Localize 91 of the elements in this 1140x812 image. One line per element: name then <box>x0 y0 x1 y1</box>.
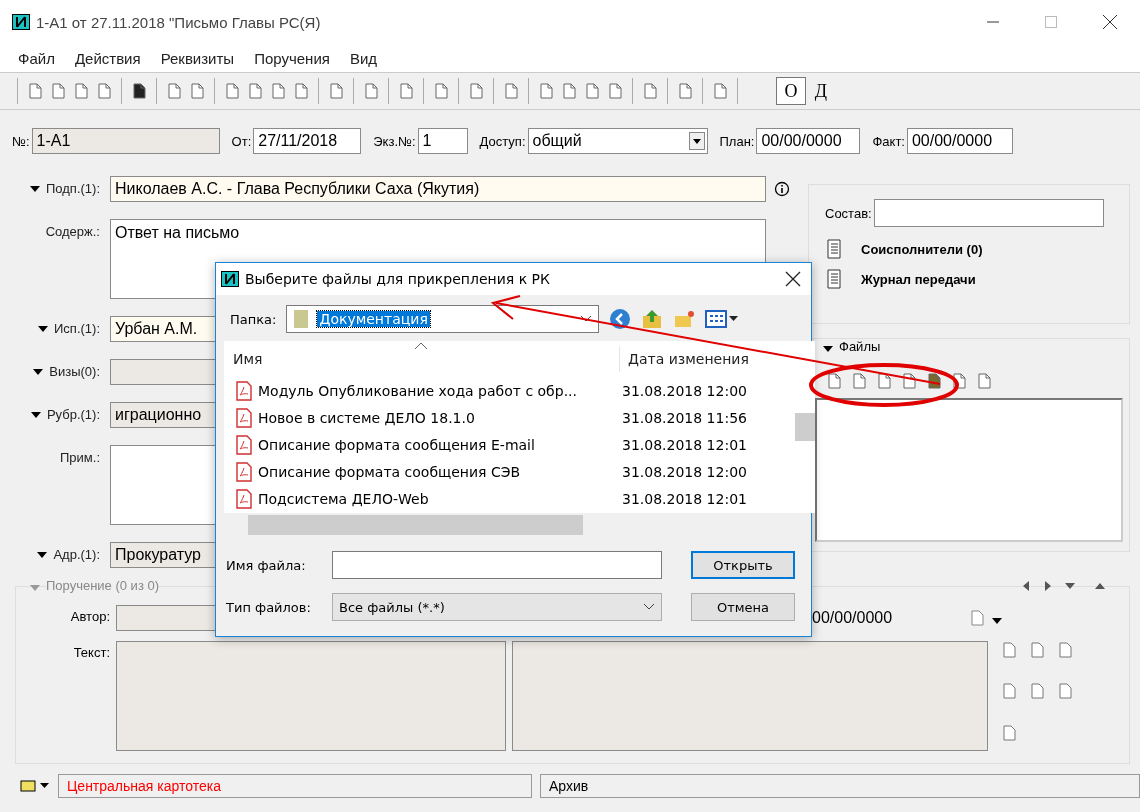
maximize-icon[interactable] <box>1044 15 1058 29</box>
new-folder-icon[interactable] <box>673 308 696 330</box>
field-label: Содерж.: <box>45 224 100 239</box>
field-label: Текст: <box>72 644 110 660</box>
field-label: План: <box>719 133 755 149</box>
field-label: Доступ: <box>479 133 526 149</box>
document-icon[interactable] <box>130 82 148 100</box>
file-type-dropdown[interactable]: Все файлы (*.*) <box>332 593 662 621</box>
date-text: 00/00/0000 <box>812 609 894 627</box>
field-label: Автор: <box>69 608 110 624</box>
menu-item[interactable]: Поручения <box>254 49 330 67</box>
document-icon <box>236 488 252 509</box>
field-label: Визы(0): <box>49 364 100 379</box>
file-name-field[interactable] <box>332 551 662 579</box>
file-name[interactable]: Новое в системе ДЕЛО 18.1.0 <box>252 409 608 426</box>
input-field[interactable]: 00/00/0000 <box>906 128 1013 154</box>
file-date: 31.08.2018 12:01 <box>621 489 747 509</box>
back-icon[interactable] <box>609 308 632 330</box>
folder-dropdown[interactable]: Документация <box>286 305 600 333</box>
document-icon <box>236 407 252 428</box>
scrollbar[interactable] <box>793 341 815 513</box>
field-label: Папка: <box>230 311 277 327</box>
file-name[interactable]: Подсистема ДЕЛО-Web <box>252 490 608 507</box>
link[interactable]: Соисполнители (0) <box>861 241 983 257</box>
column-header[interactable]: Имя <box>224 351 619 367</box>
caret-icon[interactable] <box>823 346 833 352</box>
input-field[interactable] <box>873 199 1104 227</box>
chevron-down-icon[interactable] <box>643 603 655 611</box>
view-menu-icon[interactable] <box>705 308 740 330</box>
menu-item[interactable]: Вид <box>349 49 378 67</box>
file-name[interactable]: Модуль Опубликование хода работ с обр... <box>252 382 608 399</box>
status-field: Центральная картотека <box>58 774 532 798</box>
info-icon[interactable] <box>774 181 790 197</box>
field-label: Подп.(1): <box>45 181 100 196</box>
menu-item[interactable]: Файл <box>18 49 55 67</box>
group-title: Файлы <box>839 339 881 354</box>
link[interactable]: Журнал передачи <box>861 271 976 287</box>
caret-icon[interactable] <box>33 369 44 375</box>
caret-icon[interactable] <box>992 617 1002 624</box>
menu-item[interactable]: Реквизиты <box>160 49 235 67</box>
file-date: 31.08.2018 12:01 <box>621 435 747 455</box>
folder-up-icon[interactable] <box>641 308 664 330</box>
open-button[interactable]: Открыть <box>691 551 795 579</box>
field-label: Факт: <box>872 133 905 149</box>
file-date: 31.08.2018 11:56 <box>621 408 747 428</box>
input-field[interactable]: общий <box>527 128 708 154</box>
folder-icon <box>293 309 310 329</box>
app-icon <box>221 271 239 287</box>
file-name[interactable]: Описание формата сообщения E-mail <box>252 436 608 453</box>
view-toggle[interactable]: О <box>776 77 806 105</box>
field-label: Исп.(1): <box>54 321 100 336</box>
field-label: Имя файла: <box>226 557 307 573</box>
view-toggle[interactable]: Д <box>806 77 836 105</box>
text-area[interactable] <box>512 641 988 751</box>
caret-icon[interactable] <box>37 552 48 558</box>
caret-icon[interactable] <box>30 412 41 418</box>
input-field[interactable]: 00/00/0000 <box>756 128 861 154</box>
input-field[interactable]: 27/11/2018 <box>253 128 362 154</box>
document-icon <box>236 461 252 482</box>
field-label: Тип файлов: <box>226 599 312 615</box>
caret-icon[interactable] <box>38 326 48 332</box>
input-field[interactable]: 1 <box>417 128 468 154</box>
input-field[interactable]: 1-А1 <box>31 128 220 154</box>
document-icon <box>236 380 252 401</box>
field-label: №: <box>12 133 30 149</box>
file-date: 31.08.2018 12:00 <box>621 462 747 482</box>
document-icon <box>236 434 252 455</box>
field-label: Состав: <box>825 205 872 221</box>
close-icon[interactable] <box>785 271 801 287</box>
file-date: 31.08.2018 12:00 <box>621 381 747 401</box>
group-title: Поручение (0 из 0) <box>46 578 159 593</box>
text-area[interactable] <box>116 641 506 751</box>
field-label: Прим.: <box>60 450 100 465</box>
app-icon <box>12 14 30 30</box>
folder-icon[interactable] <box>20 779 50 793</box>
chevron-down-icon[interactable] <box>580 315 593 323</box>
input-field[interactable]: Николаев А.С. - Глава Республики Саха (Якутия) <box>110 176 766 202</box>
cancel-button[interactable]: Отмена <box>691 593 795 621</box>
file-name[interactable]: Описание формата сообщения СЭВ <box>252 463 608 480</box>
dialog-title: Выберите файлы для прикрепления к РК <box>245 271 550 287</box>
column-header[interactable]: Дата изменения <box>619 346 749 372</box>
field-label: Адр.(1): <box>53 547 100 562</box>
status-field: Архив <box>540 774 1140 798</box>
field-label: Экз.№: <box>373 133 416 149</box>
field-label: От: <box>231 133 252 149</box>
field-label: Рубр.(1): <box>46 407 100 422</box>
menu-item[interactable]: Действия <box>74 49 141 67</box>
caret-icon[interactable] <box>29 186 40 192</box>
window-title: 1-А1 от 27.11.2018 "Письмо Главы РС(Я) <box>36 13 321 31</box>
close-icon[interactable] <box>1102 14 1118 30</box>
file-list[interactable] <box>815 398 1123 542</box>
